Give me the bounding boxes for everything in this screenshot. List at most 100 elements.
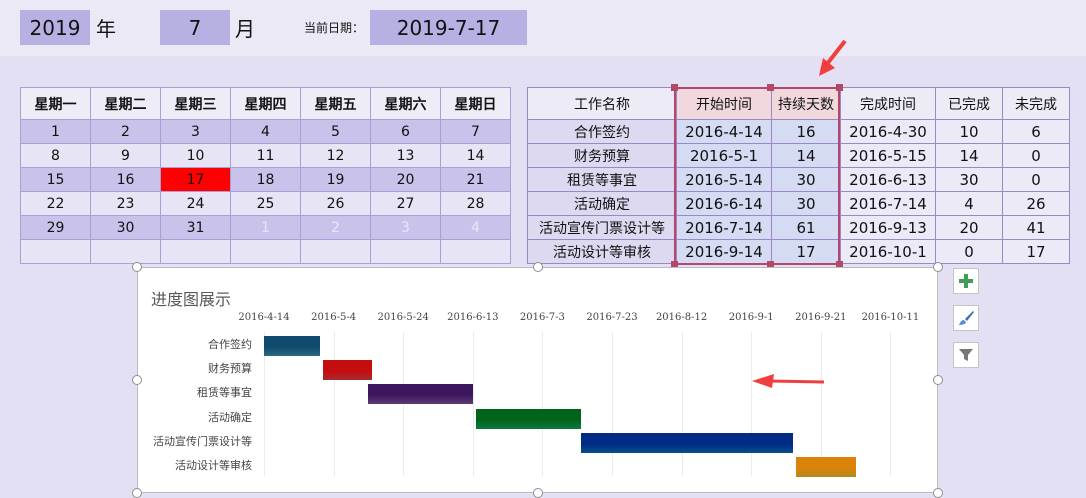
calendar-day-cell[interactable]: 2 xyxy=(300,215,371,240)
gantt-bar[interactable] xyxy=(476,408,581,429)
calendar-day-cell[interactable]: 4 xyxy=(230,119,301,144)
calendar-day-cell[interactable]: 1 xyxy=(230,215,301,240)
month-cell[interactable]: 7 xyxy=(160,10,230,45)
task-cell[interactable]: 0 xyxy=(1002,143,1070,168)
task-cell[interactable]: 0 xyxy=(1002,167,1070,192)
task-cell[interactable]: 活动宣传门票设计等 xyxy=(527,215,677,240)
task-cell[interactable]: 41 xyxy=(1002,215,1070,240)
task-cell[interactable]: 20 xyxy=(935,215,1003,240)
task-cell[interactable]: 4 xyxy=(935,191,1003,216)
calendar-day-cell[interactable]: 18 xyxy=(230,167,301,192)
task-cell[interactable]: 2016-4-30 xyxy=(840,119,936,144)
task-cell[interactable]: 2016-10-1 xyxy=(840,239,936,264)
calendar-day-cell[interactable]: 4 xyxy=(440,215,511,240)
calendar-day-cell[interactable]: 28 xyxy=(440,191,511,216)
calendar-day-cell[interactable] xyxy=(370,239,441,264)
task-cell[interactable]: 2016-4-14 xyxy=(676,119,772,144)
task-cell[interactable]: 17 xyxy=(1002,239,1070,264)
task-cell[interactable]: 14 xyxy=(771,143,841,168)
calendar-day-cell[interactable]: 30 xyxy=(90,215,161,240)
calendar-day-cell[interactable] xyxy=(20,239,91,264)
task-cell[interactable]: 14 xyxy=(935,143,1003,168)
task-cell[interactable]: 活动设计等审核 xyxy=(527,239,677,264)
task-cell[interactable]: 30 xyxy=(935,167,1003,192)
calendar-day-cell[interactable]: 13 xyxy=(370,143,441,168)
gantt-bar[interactable] xyxy=(264,336,320,356)
task-column-header[interactable]: 未完成 xyxy=(1002,87,1070,120)
task-column-header[interactable]: 工作名称 xyxy=(527,87,677,120)
chart-resize-handle[interactable] xyxy=(933,488,943,498)
calendar-day-cell[interactable] xyxy=(440,239,511,264)
task-cell[interactable]: 10 xyxy=(935,119,1003,144)
calendar-day-cell[interactable]: 10 xyxy=(160,143,231,168)
calendar-day-cell[interactable]: 2 xyxy=(90,119,161,144)
calendar-day-cell[interactable] xyxy=(90,239,161,264)
task-cell[interactable]: 2016-9-13 xyxy=(840,215,936,240)
calendar-day-cell[interactable]: 3 xyxy=(370,215,441,240)
task-cell[interactable]: 30 xyxy=(771,167,841,192)
chart-resize-handle[interactable] xyxy=(533,488,543,498)
calendar-day-cell[interactable]: 26 xyxy=(300,191,371,216)
calendar-day-cell[interactable]: 15 xyxy=(20,167,91,192)
year-cell[interactable]: 2019 xyxy=(20,10,90,45)
calendar-day-cell[interactable] xyxy=(160,239,231,264)
calendar-day-cell[interactable]: 12 xyxy=(300,143,371,168)
task-cell[interactable]: 2016-7-14 xyxy=(840,191,936,216)
task-cell[interactable]: 6 xyxy=(1002,119,1070,144)
task-column-header[interactable]: 持续天数 xyxy=(771,87,841,120)
task-cell[interactable]: 活动确定 xyxy=(527,191,677,216)
calendar-day-cell[interactable]: 6 xyxy=(370,119,441,144)
calendar-day-cell[interactable]: 7 xyxy=(440,119,511,144)
calendar-day-cell[interactable]: 21 xyxy=(440,167,511,192)
task-cell[interactable]: 16 xyxy=(771,119,841,144)
calendar-day-cell[interactable]: 11 xyxy=(230,143,301,168)
calendar-day-cell[interactable]: 27 xyxy=(370,191,441,216)
gantt-bar[interactable] xyxy=(580,432,793,453)
calendar-day-cell[interactable]: 3 xyxy=(160,119,231,144)
task-cell[interactable]: 2016-5-15 xyxy=(840,143,936,168)
task-cell[interactable]: 2016-5-14 xyxy=(676,167,772,192)
task-cell[interactable]: 17 xyxy=(771,239,841,264)
chart-filters-button[interactable] xyxy=(953,342,979,368)
chart-resize-handle[interactable] xyxy=(132,375,142,385)
task-column-header[interactable]: 完成时间 xyxy=(840,87,936,120)
chart-resize-handle[interactable] xyxy=(933,262,943,272)
task-cell[interactable]: 租赁等事宜 xyxy=(527,167,677,192)
calendar-day-cell[interactable]: 8 xyxy=(20,143,91,168)
gantt-bar[interactable] xyxy=(368,384,473,405)
calendar-day-cell[interactable]: 5 xyxy=(300,119,371,144)
calendar-day-cell[interactable]: 22 xyxy=(20,191,91,216)
gantt-bar[interactable] xyxy=(796,457,856,477)
calendar-day-cell[interactable] xyxy=(300,239,371,264)
calendar-day-cell[interactable]: 31 xyxy=(160,215,231,240)
calendar-day-cell[interactable]: 16 xyxy=(90,167,161,192)
calendar-day-cell[interactable]: 19 xyxy=(300,167,371,192)
task-cell[interactable]: 26 xyxy=(1002,191,1070,216)
chart-resize-handle[interactable] xyxy=(132,262,142,272)
task-cell[interactable]: 0 xyxy=(935,239,1003,264)
task-cell[interactable]: 61 xyxy=(771,215,841,240)
gantt-bar[interactable] xyxy=(323,360,372,381)
task-column-header[interactable]: 已完成 xyxy=(935,87,1003,120)
chart-resize-handle[interactable] xyxy=(933,375,943,385)
task-cell[interactable]: 30 xyxy=(771,191,841,216)
calendar-day-cell[interactable]: 9 xyxy=(90,143,161,168)
chart-resize-handle[interactable] xyxy=(132,488,142,498)
task-cell[interactable]: 2016-6-14 xyxy=(676,191,772,216)
chart-elements-button[interactable] xyxy=(953,268,979,294)
task-cell[interactable]: 2016-6-13 xyxy=(840,167,936,192)
calendar-day-cell[interactable]: 20 xyxy=(370,167,441,192)
task-cell[interactable]: 合作签约 xyxy=(527,119,677,144)
task-cell[interactable]: 2016-7-14 xyxy=(676,215,772,240)
task-cell[interactable]: 2016-9-14 xyxy=(676,239,772,264)
task-cell[interactable]: 2016-5-1 xyxy=(676,143,772,168)
calendar-day-cell[interactable] xyxy=(230,239,301,264)
calendar-day-cell[interactable]: 23 xyxy=(90,191,161,216)
task-column-header[interactable]: 开始时间 xyxy=(676,87,772,120)
chart-resize-handle[interactable] xyxy=(533,262,543,272)
current-date-cell[interactable]: 2019-7-17 xyxy=(370,10,527,45)
task-cell[interactable]: 财务预算 xyxy=(527,143,677,168)
chart-styles-button[interactable] xyxy=(953,305,979,331)
calendar-day-cell[interactable]: 24 xyxy=(160,191,231,216)
calendar-day-cell[interactable]: 29 xyxy=(20,215,91,240)
